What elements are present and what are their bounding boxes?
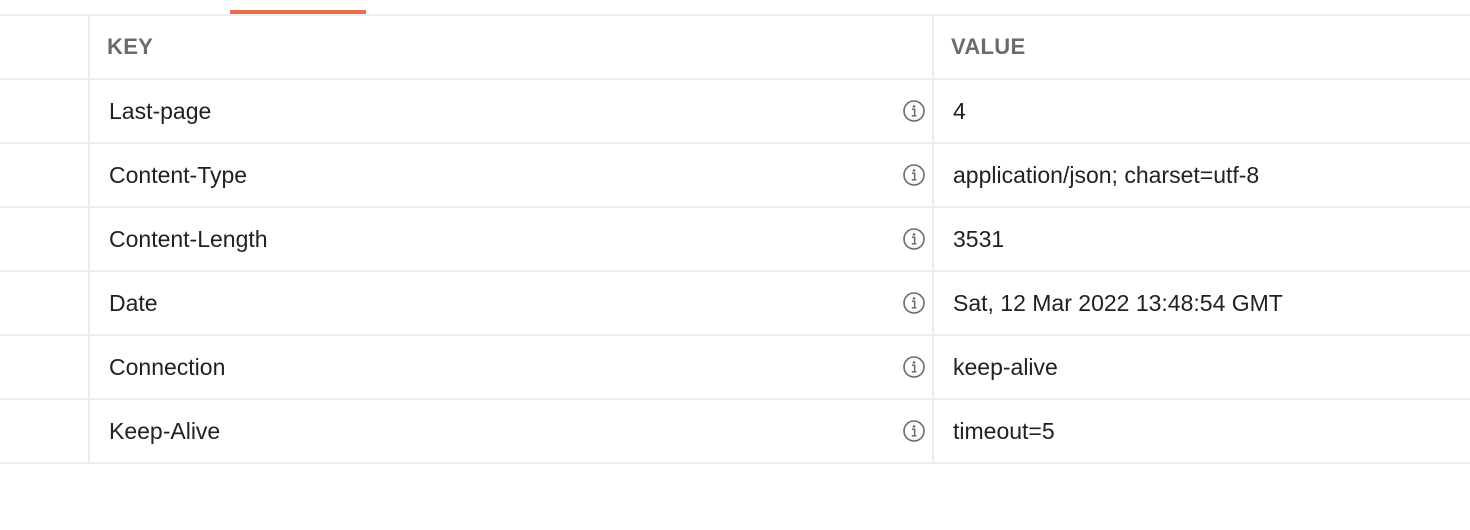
table-row: Content-Type application/json; charset=u… <box>0 142 1470 208</box>
key-cell: Content-Length <box>89 206 934 272</box>
key-column-label: KEY <box>107 34 154 59</box>
row-check-cell <box>0 206 90 272</box>
value-cell: application/json; charset=utf-8 <box>933 142 1470 208</box>
key-cell: Date <box>89 270 934 336</box>
info-icon[interactable] <box>902 99 926 123</box>
header-value: timeout=5 <box>953 417 1055 444</box>
value-cell: 3531 <box>933 206 1470 272</box>
value-cell: 4 <box>933 78 1470 144</box>
row-check-cell <box>0 334 90 400</box>
row-check-cell <box>0 398 90 464</box>
info-icon[interactable] <box>902 419 926 443</box>
info-icon[interactable] <box>902 291 926 315</box>
value-cell: timeout=5 <box>933 398 1470 464</box>
value-column-header: VALUE <box>933 14 1470 80</box>
table-row: Keep-Alive timeout=5 <box>0 398 1470 464</box>
header-key: Keep-Alive <box>109 417 221 444</box>
checkbox-column-header <box>0 14 90 80</box>
header-key: Date <box>109 289 158 316</box>
key-cell: Keep-Alive <box>89 398 934 464</box>
table-header-row: KEY VALUE <box>0 14 1470 80</box>
value-cell: Sat, 12 Mar 2022 13:48:54 GMT <box>933 270 1470 336</box>
row-check-cell <box>0 142 90 208</box>
table-row: Last-page 4 <box>0 78 1470 144</box>
info-icon[interactable] <box>902 355 926 379</box>
info-icon[interactable] <box>902 163 926 187</box>
value-column-label: VALUE <box>951 34 1026 59</box>
header-key: Last-page <box>109 97 212 124</box>
header-value: application/json; charset=utf-8 <box>953 161 1260 188</box>
response-headers-table: KEY VALUE Last-page 4 Content-Type appli… <box>0 14 1470 464</box>
row-check-cell <box>0 78 90 144</box>
header-value: 3531 <box>953 225 1005 252</box>
key-cell: Connection <box>89 334 934 400</box>
row-check-cell <box>0 270 90 336</box>
header-key: Content-Type <box>109 161 248 188</box>
table-row: Connection keep-alive <box>0 334 1470 400</box>
key-column-header: KEY <box>89 14 934 80</box>
value-cell: keep-alive <box>933 334 1470 400</box>
header-key: Connection <box>109 353 226 380</box>
table-row: Content-Length 3531 <box>0 206 1470 272</box>
header-key: Content-Length <box>109 225 268 252</box>
header-value: Sat, 12 Mar 2022 13:48:54 GMT <box>953 289 1283 316</box>
header-value: 4 <box>953 97 966 124</box>
header-value: keep-alive <box>953 353 1058 380</box>
table-row: Date Sat, 12 Mar 2022 13:48:54 GMT <box>0 270 1470 336</box>
info-icon[interactable] <box>902 227 926 251</box>
key-cell: Last-page <box>89 78 934 144</box>
key-cell: Content-Type <box>89 142 934 208</box>
